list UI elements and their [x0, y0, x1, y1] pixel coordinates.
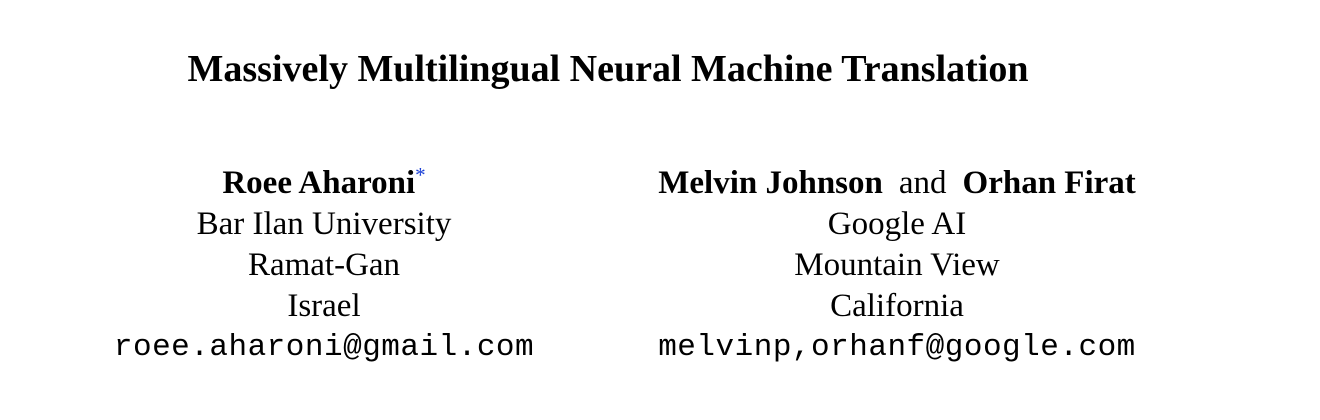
paper-title: Massively Multilingual Neural Machine Tr… — [187, 48, 1029, 90]
author-affiliation: Bar Ilan University — [196, 206, 452, 242]
author-city: Mountain View — [794, 247, 1000, 283]
author-city: Ramat-Gan — [247, 247, 401, 283]
author-name-johnson: Melvin Johnson — [658, 165, 883, 201]
author-name-line: Melvin Johnson and Orhan Firat — [628, 163, 1166, 204]
author-email: roee.aharoni@gmail.com — [113, 330, 535, 365]
author-block-right: Melvin Johnson and Orhan Firat Google AI M… — [628, 163, 1166, 368]
author-conjunction: and — [898, 165, 947, 201]
author-country: Israel — [287, 288, 361, 324]
author-affiliation: Google AI — [827, 206, 967, 242]
author-name-aharoni: Roee Aharoni — [222, 165, 416, 201]
author-block-left: Roee Aharoni* Bar Ilan University Ramat-… — [94, 163, 554, 368]
footnote-marker-link[interactable]: * — [415, 163, 426, 187]
author-email: melvinp,orhanf@google.com — [658, 330, 1136, 365]
author-region: California — [830, 288, 964, 324]
author-name-firat: Orhan Firat — [962, 165, 1136, 201]
author-name-line: Roee Aharoni* — [94, 163, 554, 204]
